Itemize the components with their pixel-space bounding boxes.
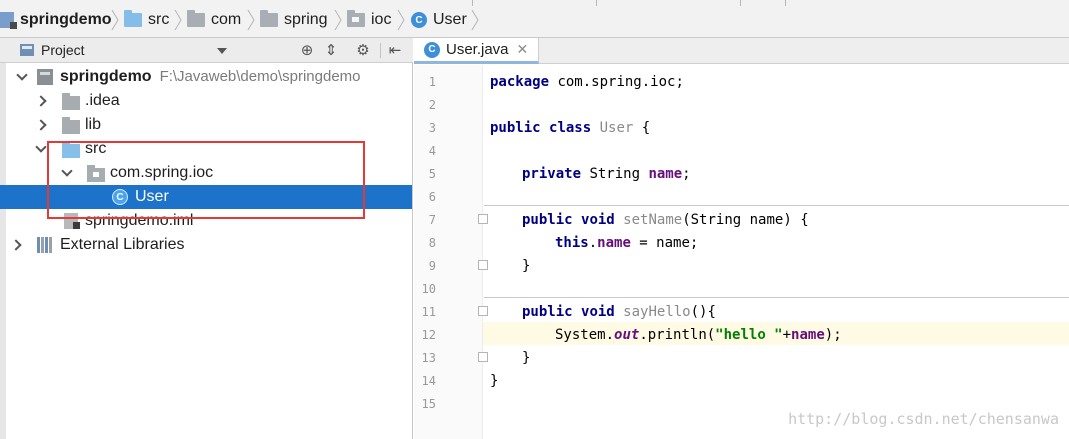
collapse-all-icon[interactable]: ⇕	[323, 43, 339, 59]
code-line-8: this.name = name;	[555, 235, 699, 251]
line-number: 9	[428, 259, 436, 273]
code-line-14: }	[490, 373, 499, 389]
module-path: F:\Javaweb\demo\springdemo	[159, 68, 361, 85]
line-number: 1	[428, 75, 436, 89]
folder-icon	[187, 10, 205, 27]
code-editor[interactable]: C User.java ✕ 1 2 3 4 5 6 7 8 9 10 11 12…	[414, 38, 1069, 439]
line-number: 11	[421, 305, 436, 319]
editor-tab-user-java[interactable]: C User.java ✕	[414, 38, 539, 64]
line-number: 2	[428, 98, 436, 112]
line-number: 8	[428, 236, 436, 250]
tree-item-external-libraries[interactable]: External Libraries	[0, 233, 412, 257]
fold-marker-icon[interactable]	[478, 352, 488, 362]
project-panel-header: Project ⊕ ⇕ ⚙ ⇤	[0, 38, 413, 63]
breadcrumb-separator-icon	[397, 9, 405, 31]
project-panel: Project ⊕ ⇕ ⚙ ⇤ springdemo F:\Javaweb\dem…	[0, 38, 413, 439]
line-number: 4	[428, 144, 436, 158]
tree-item-lib[interactable]: lib	[0, 113, 412, 137]
breadcrumb-item-user[interactable]: C User	[411, 10, 467, 30]
line-number: 3	[428, 121, 436, 135]
chevron-right-icon[interactable]	[10, 239, 22, 251]
tree-item-idea[interactable]: .idea	[0, 89, 412, 113]
folder-blue-icon	[124, 10, 142, 27]
code-line-11: public void sayHello(){	[522, 304, 716, 320]
line-number: 12	[421, 328, 436, 342]
locate-file-icon[interactable]: ⊕	[299, 43, 315, 59]
breadcrumb-item-src[interactable]: src	[124, 10, 169, 30]
hide-panel-icon[interactable]: ⇤	[387, 43, 403, 59]
breadcrumb-item-ioc[interactable]: ioc	[347, 10, 391, 30]
chevron-down-icon[interactable]	[35, 143, 47, 155]
line-number: 14	[421, 374, 436, 388]
tab-label: User.java	[446, 41, 509, 58]
breadcrumb-separator-icon	[111, 9, 119, 31]
chevron-down-icon[interactable]	[16, 71, 28, 83]
class-icon: C	[411, 12, 427, 28]
tree-item-springdemo[interactable]: springdemo F:\Javaweb\demo\springdemo	[0, 65, 412, 89]
breadcrumb-separator-icon	[334, 9, 342, 31]
toolbar-divider	[472, 0, 473, 6]
project-view-selector[interactable]: Project	[41, 42, 85, 58]
folder-icon	[260, 10, 278, 27]
libraries-icon	[37, 237, 55, 253]
code-line-12: System.out.println("hello "+name);	[555, 327, 842, 343]
project-view-icon	[20, 44, 34, 56]
module-icon	[0, 12, 17, 29]
fold-marker-icon[interactable]	[478, 306, 488, 316]
toolbar-divider	[740, 0, 741, 6]
breadcrumb-separator-icon	[174, 9, 182, 31]
line-number: 15	[421, 397, 436, 411]
line-number: 13	[421, 351, 436, 365]
line-number: 7	[428, 213, 436, 227]
toolbar-divider	[596, 0, 597, 6]
module-icon	[37, 69, 53, 85]
watermark-text: http://blog.csdn.net/chensanwa	[788, 410, 1059, 428]
breadcrumb-separator-icon	[247, 9, 255, 31]
annotation-highlight-box	[47, 141, 365, 219]
close-icon[interactable]: ✕	[517, 41, 529, 58]
folder-icon	[62, 93, 80, 110]
gear-icon[interactable]: ⚙	[355, 43, 371, 59]
line-number-gutter: 1 2 3 4 5 6 7 8 9 10 11 12 13 14 15	[414, 65, 483, 439]
editor-tab-bar: C User.java ✕	[414, 38, 1069, 64]
header-divider	[380, 43, 381, 58]
code-line-5: private String name;	[522, 166, 691, 182]
breadcrumb-item-spring[interactable]: spring	[260, 10, 328, 30]
chevron-down-icon[interactable]	[217, 48, 227, 54]
toolbar-divider	[785, 0, 786, 6]
code-line-7: public void setName(String name) {	[522, 212, 809, 228]
tree-item-label: lib	[85, 116, 102, 133]
code-line-13: }	[522, 350, 531, 366]
class-icon: C	[424, 41, 440, 58]
code-line-1: package com.spring.ioc;	[490, 74, 684, 90]
code-line-3: public class User {	[490, 120, 651, 136]
package-icon	[347, 10, 365, 27]
method-separator	[484, 297, 1069, 298]
fold-marker-icon[interactable]	[478, 260, 488, 270]
chevron-right-icon[interactable]	[35, 119, 47, 131]
tree-item-label: springdemo	[60, 68, 152, 85]
navigation-breadcrumb: springdemo src com spring ioc C User	[0, 0, 1069, 38]
folder-icon	[62, 117, 80, 134]
tree-item-label: External Libraries	[60, 236, 185, 253]
tree-item-label: .idea	[85, 92, 120, 109]
method-separator	[484, 205, 1069, 206]
breadcrumb-item-com[interactable]: com	[187, 10, 241, 30]
line-number: 6	[428, 190, 436, 204]
fold-marker-icon[interactable]	[478, 214, 488, 224]
line-number: 10	[421, 282, 436, 296]
breadcrumb-item-springdemo[interactable]: springdemo	[0, 10, 112, 30]
code-line-9: }	[522, 258, 531, 274]
line-number: 5	[428, 167, 436, 181]
chevron-right-icon[interactable]	[35, 95, 47, 107]
breadcrumb-separator-icon	[471, 9, 479, 31]
